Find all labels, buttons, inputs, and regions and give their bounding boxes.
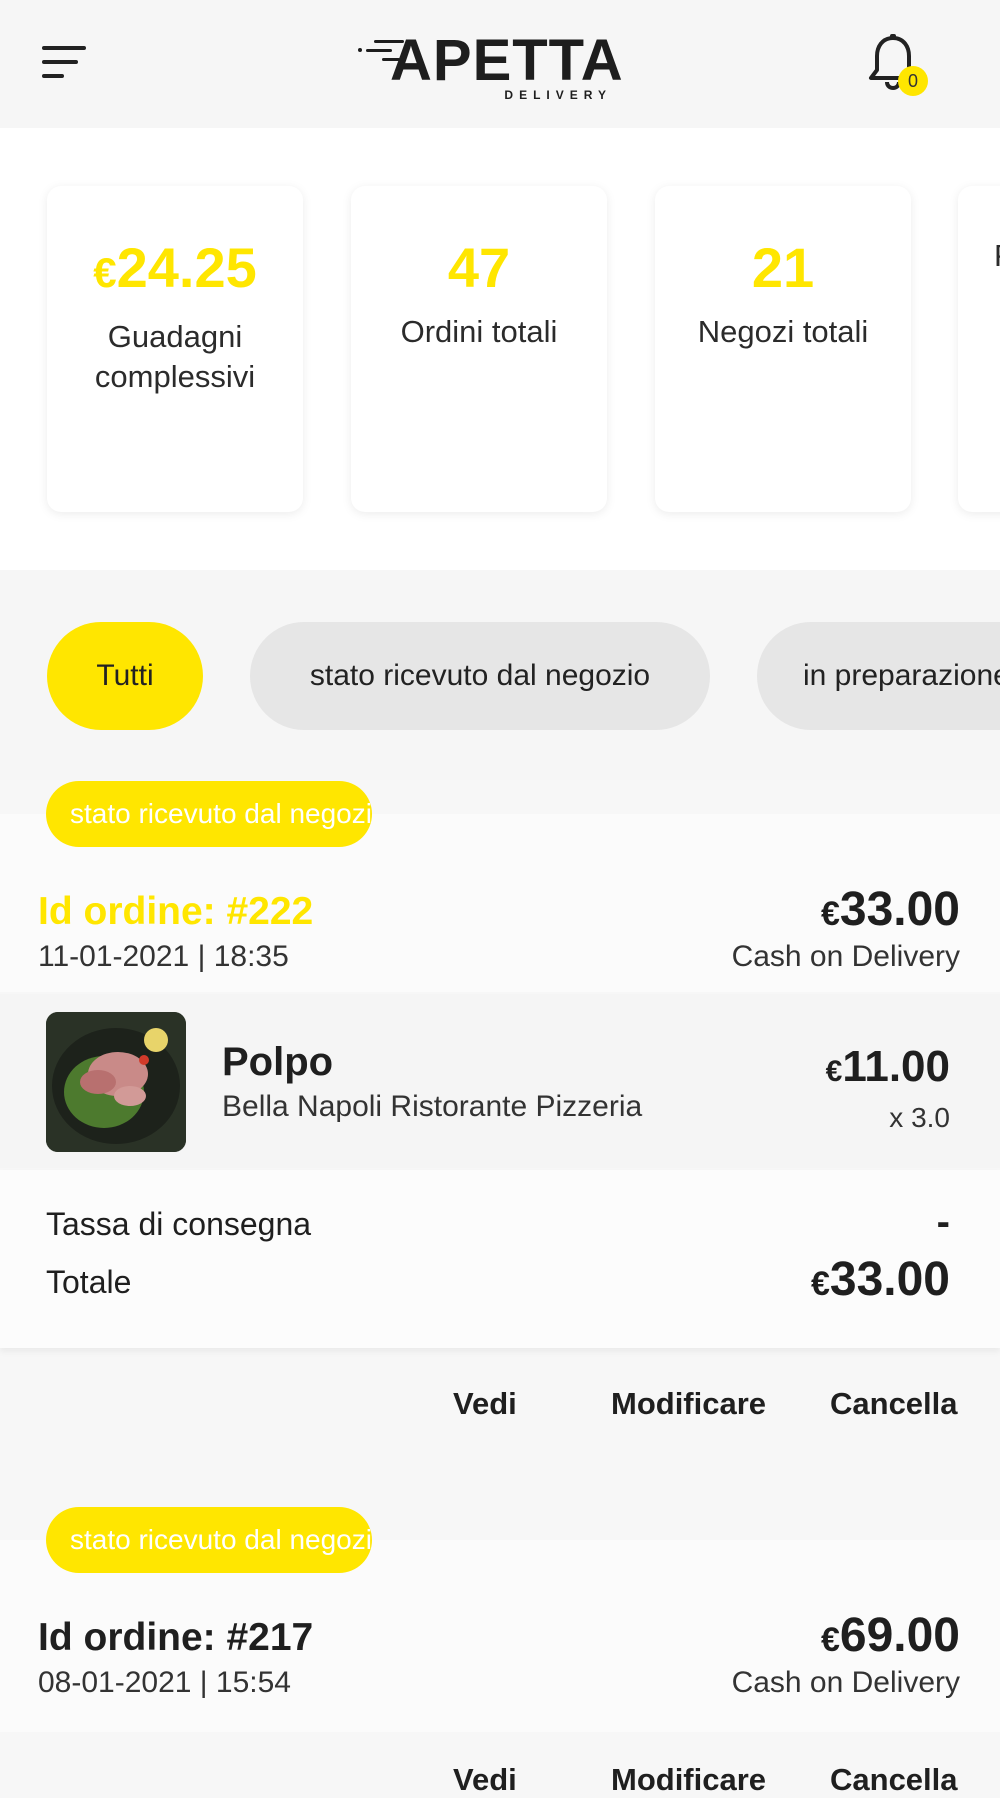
payment-method: Cash on Delivery bbox=[731, 1666, 960, 1699]
stat-label: Guadagni complessivi bbox=[94, 319, 256, 394]
stat-card-orders[interactable]: 47 Ordini totali bbox=[351, 186, 607, 512]
item-shop: Bella Napoli Ristorante Pizzeria bbox=[222, 1090, 643, 1123]
filter-chip-received[interactable]: stato ricevuto dal negozio bbox=[250, 622, 710, 730]
total-value: €33.00 bbox=[810, 1253, 950, 1306]
order-total: €33.00 bbox=[820, 883, 960, 936]
delivery-fee-label: Tassa di consegna bbox=[46, 1206, 312, 1242]
cancel-button[interactable]: Cancella bbox=[830, 1386, 958, 1422]
status-filter-bar[interactable]: Tutti stato ricevuto dal negozio in prep… bbox=[0, 570, 1000, 780]
view-button[interactable]: Vedi bbox=[453, 1762, 517, 1798]
logo-text: APETTA bbox=[390, 28, 624, 93]
food-image bbox=[46, 1012, 186, 1152]
edit-button[interactable]: Modificare bbox=[611, 1762, 766, 1798]
order-datetime: 11-01-2021 | 18:35 bbox=[38, 940, 289, 973]
item-quantity: x 3.0 bbox=[889, 1102, 950, 1133]
order-status-badge: stato ricevuto dal negozio bbox=[46, 1507, 372, 1573]
order-item-row: Polpo Bella Napoli Ristorante Pizzeria €… bbox=[0, 994, 1000, 1168]
order-id: Id ordine: #217 bbox=[38, 1616, 314, 1659]
stat-value: 47 bbox=[447, 236, 511, 299]
filter-chip-all[interactable]: Tutti bbox=[47, 622, 203, 730]
stat-card-partial[interactable]: P bbox=[958, 186, 1000, 512]
notification-badge: 0 bbox=[898, 66, 928, 96]
edit-button[interactable]: Modificare bbox=[611, 1386, 766, 1422]
order-status-badge: stato ricevuto dal negozio bbox=[46, 781, 372, 847]
item-price: €11.00 bbox=[825, 1042, 950, 1091]
menu-icon[interactable] bbox=[42, 46, 90, 82]
stat-card-earnings[interactable]: €24.25 Guadagni complessivi bbox=[47, 186, 303, 512]
stat-label: Ordini totali bbox=[400, 314, 558, 349]
item-name: Polpo bbox=[222, 1040, 334, 1084]
delivery-fee-value: - bbox=[936, 1200, 950, 1244]
payment-method: Cash on Delivery bbox=[731, 940, 960, 973]
total-label: Totale bbox=[46, 1264, 132, 1300]
notification-bell-icon[interactable]: 0 bbox=[868, 34, 934, 100]
order-total: €69.00 bbox=[820, 1609, 960, 1662]
order-id: Id ordine: #222 bbox=[38, 890, 314, 933]
cancel-button[interactable]: Cancella bbox=[830, 1762, 958, 1798]
app-logo: APETTA DELIVERY bbox=[352, 28, 624, 108]
view-button[interactable]: Vedi bbox=[453, 1386, 517, 1422]
stat-card-shops[interactable]: 21 Negozi totali bbox=[655, 186, 911, 512]
stat-label: P bbox=[958, 236, 1000, 276]
logo-subtitle: DELIVERY bbox=[504, 88, 612, 102]
stat-label: Negozi totali bbox=[697, 314, 869, 349]
stat-value: 21 bbox=[751, 236, 815, 299]
app-header: APETTA DELIVERY 0 bbox=[0, 0, 1000, 128]
order-datetime: 08-01-2021 | 15:54 bbox=[38, 1666, 291, 1699]
filter-chip-preparing[interactable]: in preparazione bbox=[757, 622, 1000, 730]
stats-carousel[interactable]: €24.25 Guadagni complessivi 47 Ordini to… bbox=[0, 128, 1000, 570]
stat-value: €24.25 bbox=[93, 236, 257, 299]
order-summary: Tassa di consegna - Totale €33.00 bbox=[0, 1170, 1000, 1348]
